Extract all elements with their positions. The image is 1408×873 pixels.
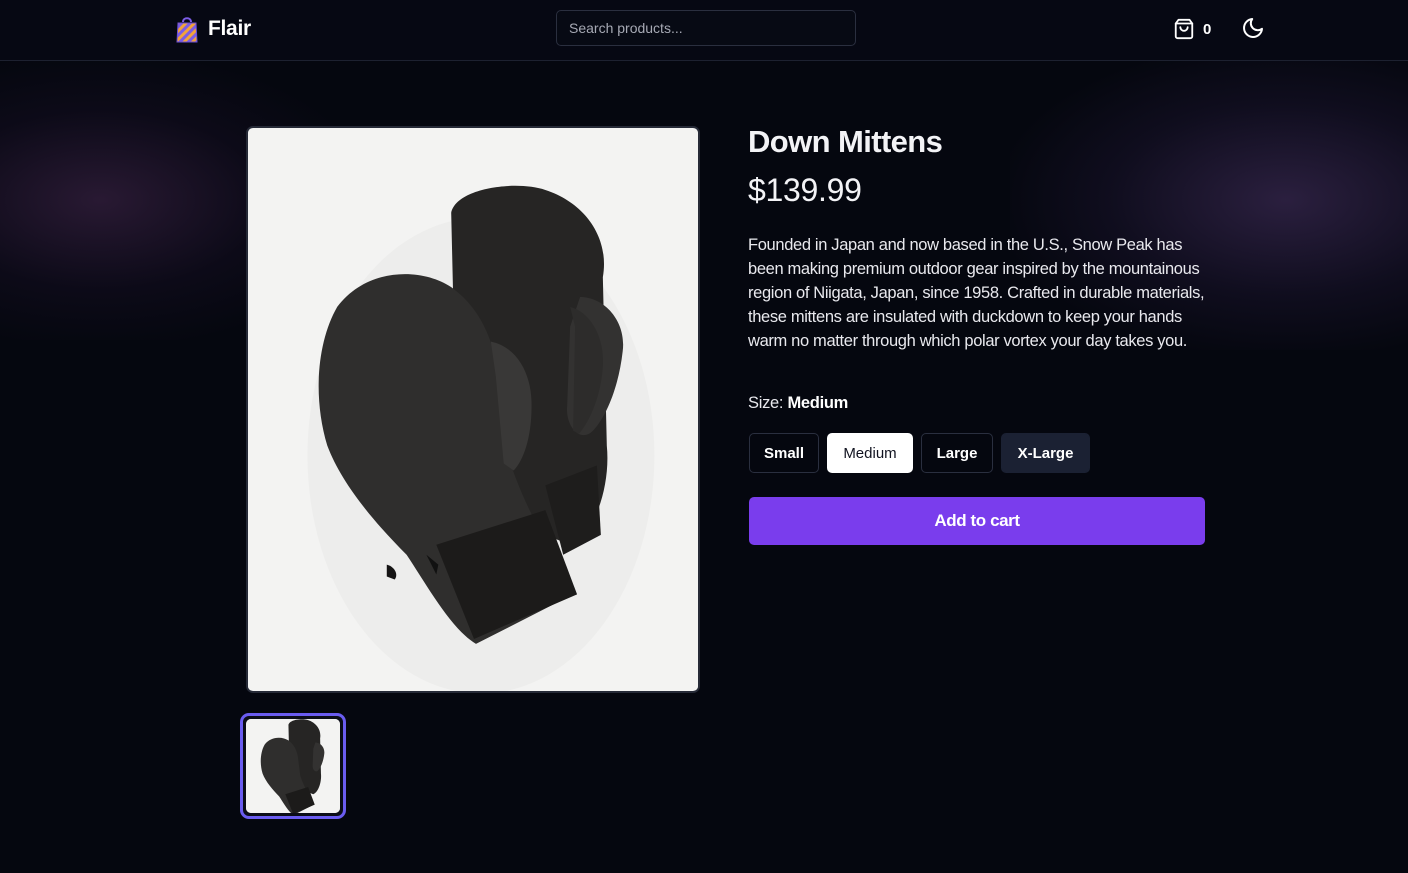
cart-count: 0	[1203, 20, 1212, 38]
product-description: Founded in Japan and now based in the U.…	[748, 236, 1205, 350]
product-thumbnail[interactable]	[240, 713, 346, 819]
size-option-large[interactable]: Large	[921, 433, 993, 473]
brand-name: Flair	[208, 17, 251, 40]
product-main-image	[246, 126, 700, 693]
shopping-bag-icon	[175, 15, 199, 43]
size-option-small[interactable]: Small	[749, 433, 819, 473]
size-label-text: Size:	[748, 394, 784, 412]
product-page: Flair 0	[0, 0, 1408, 873]
search-input[interactable]	[556, 10, 856, 46]
shopping-bag-outline-icon	[1173, 18, 1195, 40]
size-option-x-large[interactable]: X-Large	[1001, 433, 1090, 473]
theme-toggle-button[interactable]	[1241, 16, 1265, 40]
product-price: $139.99	[748, 172, 862, 208]
size-option-medium[interactable]: Medium	[827, 433, 913, 473]
selected-size-value: Medium	[787, 394, 849, 412]
product-title: Down Mittens	[748, 124, 943, 159]
moon-icon	[1241, 16, 1265, 40]
size-label: Size: Medium	[748, 394, 848, 413]
top-navbar: Flair 0	[0, 0, 1408, 61]
add-to-cart-button[interactable]: Add to cart	[749, 497, 1205, 545]
brand-logo[interactable]: Flair	[175, 14, 251, 44]
cart-button[interactable]: 0	[1173, 16, 1211, 42]
